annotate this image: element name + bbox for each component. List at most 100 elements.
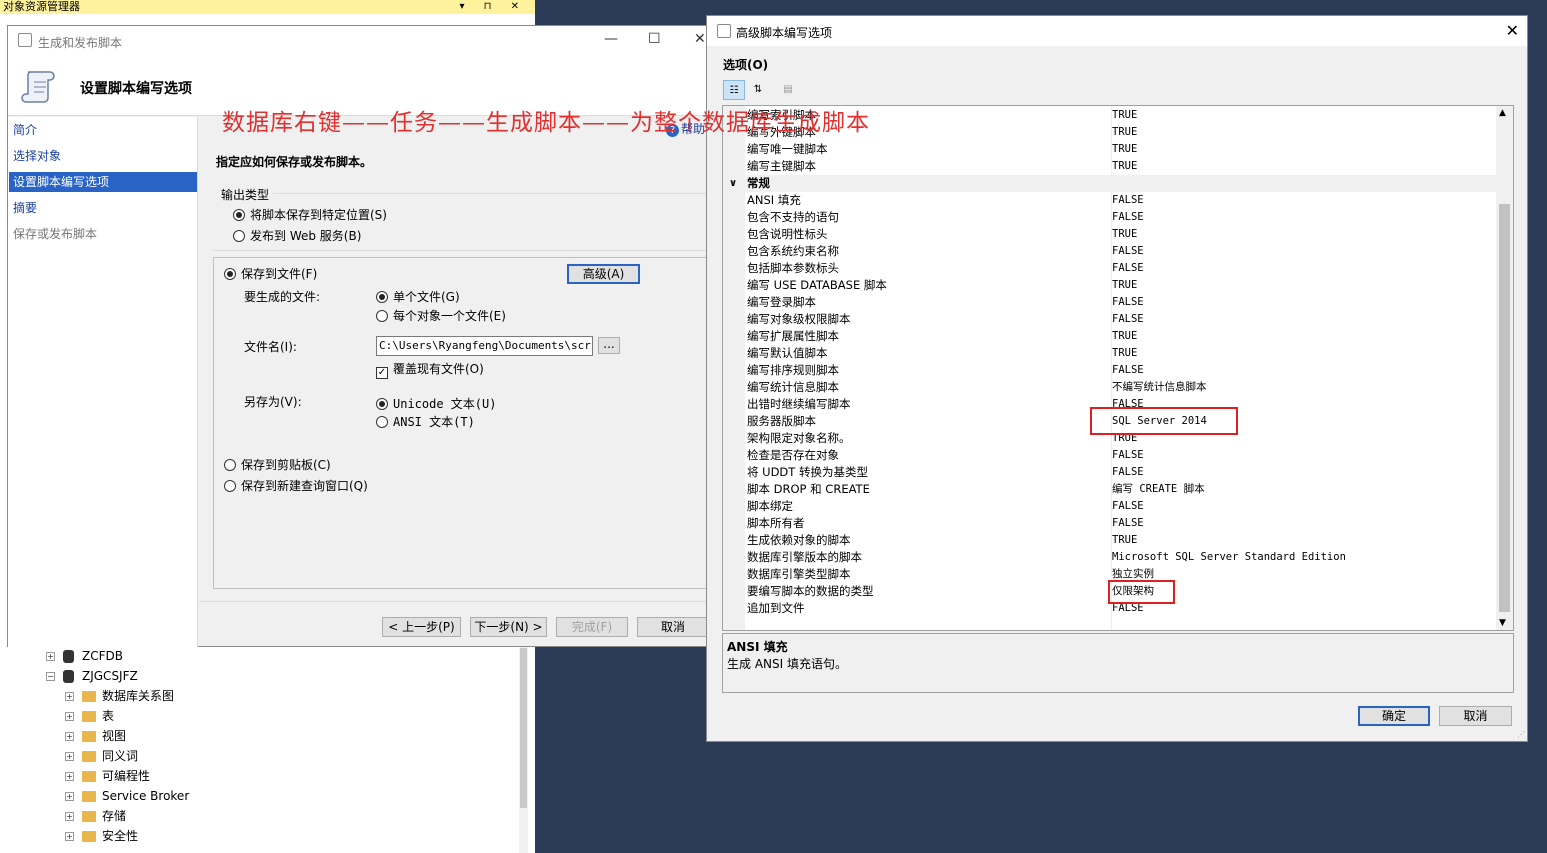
nav-item[interactable]: 保存或发布脚本 [9,224,197,244]
property-row[interactable]: 编写唯一键脚本 TRUE [745,141,1497,158]
property-row[interactable]: 脚本所有者 FALSE [745,515,1497,532]
property-value[interactable]: TRUE [1112,226,1137,243]
property-grid-scrollbar[interactable]: ▲ ▼ [1496,106,1513,630]
property-value[interactable]: TRUE [1112,277,1137,294]
property-value[interactable]: FALSE [1112,362,1144,379]
radio-selected[interactable] [233,209,245,221]
expand-toggle-icon[interactable]: + [65,692,74,701]
property-row[interactable]: 脚本 DROP 和 CREATE 编写 CREATE 脚本 [745,481,1497,498]
advanced-button[interactable]: 高级(A) [567,264,640,284]
property-row[interactable]: 编写主键脚本 TRUE [745,158,1497,175]
radio-unselected[interactable] [376,416,388,428]
tree-node[interactable]: + 存储 [65,806,126,826]
minimize-icon[interactable]: — [604,31,618,47]
property-value[interactable]: FALSE [1112,464,1144,481]
property-row[interactable]: 包括脚本参数标头 FALSE [745,260,1497,277]
radio-unselected[interactable] [233,230,245,242]
property-row[interactable]: 将 UDDT 转换为基类型 FALSE [745,464,1497,481]
ansi-radio[interactable]: ANSI 文本(T) [376,413,475,430]
resize-grip-icon[interactable]: ⋰ [1517,730,1525,739]
expand-toggle-icon[interactable]: + [65,832,74,841]
tree-node[interactable]: + 视图 [65,726,126,746]
property-value[interactable]: FALSE [1112,515,1144,532]
categorized-view-icon[interactable]: ☷ [723,80,745,100]
file-per-object-radio[interactable]: 每个对象一个文件(E) [376,307,506,324]
tree-node[interactable]: + 表 [65,706,114,726]
single-file-radio[interactable]: 单个文件(G) [376,288,460,305]
output-web-radio[interactable]: 发布到 Web 服务(B) [233,227,361,244]
property-value[interactable]: FALSE [1112,243,1144,260]
property-row[interactable]: 生成依赖对象的脚本 TRUE [745,532,1497,549]
property-value[interactable]: 编写 CREATE 脚本 [1112,481,1205,498]
checkbox-checked-icon[interactable]: ✓ [376,367,388,379]
finish-button[interactable]: 完成(F) [556,617,628,637]
expand-toggle-icon[interactable]: + [46,652,55,661]
property-row[interactable]: 包含系统约束名称 FALSE [745,243,1497,260]
save-to-new-query-radio[interactable]: 保存到新建查询窗口(Q) [224,477,368,494]
close-icon[interactable]: ✕ [694,31,706,47]
tree-node[interactable]: − ZJGCSJFZ [46,666,138,686]
expand-toggle-icon[interactable]: + [65,712,74,721]
property-value[interactable]: TRUE [1112,158,1137,175]
property-value[interactable]: TRUE [1112,107,1137,124]
property-value[interactable]: FALSE [1112,209,1144,226]
close-icon[interactable]: ✕ [1506,21,1519,40]
save-to-file-radio[interactable]: 保存到文件(F) [224,265,317,282]
radio-unselected[interactable] [224,459,236,471]
property-value[interactable]: TRUE [1112,532,1137,549]
tree-node[interactable]: + Service Broker [65,786,189,806]
property-row[interactable]: 数据库引擎版本的脚本 Microsoft SQL Server Standard … [745,549,1497,566]
tree-node[interactable]: + 同义词 [65,746,138,766]
maximize-icon[interactable]: ☐ [648,31,661,47]
property-value[interactable]: TRUE [1112,345,1137,362]
property-value[interactable]: TRUE [1112,141,1137,158]
property-value[interactable]: 不编写统计信息脚本 [1112,379,1207,396]
property-row[interactable]: ANSI 填充 FALSE [745,192,1497,209]
property-row[interactable]: 脚本绑定 FALSE [745,498,1497,515]
previous-button[interactable]: < 上一步(P) [382,617,461,637]
property-pages-icon[interactable]: ▤ [777,80,799,100]
filename-input[interactable]: C:\Users\Ryangfeng\Documents\script [376,336,593,356]
property-row[interactable]: 编写 USE DATABASE 脚本 TRUE [745,277,1497,294]
property-row[interactable]: 包含说明性标头 TRUE [745,226,1497,243]
expand-toggle-icon[interactable]: + [65,792,74,801]
nav-item[interactable]: 设置脚本编写选项 [9,172,197,192]
expand-toggle-icon[interactable]: + [65,752,74,761]
overwrite-checkbox[interactable]: ✓ 覆盖现有文件(O) [376,360,484,379]
expand-toggle-icon[interactable]: + [65,732,74,741]
property-row[interactable]: 编写默认值脚本 TRUE [745,345,1497,362]
nav-item[interactable]: 选择对象 [9,146,197,166]
property-value[interactable]: FALSE [1112,192,1144,209]
alphabetical-sort-icon[interactable]: ⇅ [747,80,769,100]
radio-unselected[interactable] [224,480,236,492]
radio-selected[interactable] [224,268,236,280]
property-row[interactable]: 编写排序规则脚本 FALSE [745,362,1497,379]
expand-toggle-icon[interactable]: + [65,812,74,821]
ok-button[interactable]: 确定 [1358,706,1430,726]
radio-unselected[interactable] [376,310,388,322]
cancel-button[interactable]: 取消 [1439,706,1512,726]
expand-toggle-icon[interactable]: − [46,672,55,681]
property-row[interactable]: 检查是否存在对象 FALSE [745,447,1497,464]
property-value[interactable]: TRUE [1112,124,1137,141]
property-value[interactable]: FALSE [1112,498,1144,515]
tree-node[interactable]: + 可编程性 [65,766,150,786]
next-button[interactable]: 下一步(N) > [470,617,547,637]
nav-item[interactable]: 摘要 [9,198,197,218]
unicode-radio[interactable]: Unicode 文本(U) [376,395,496,412]
property-row[interactable]: 编写扩展属性脚本 TRUE [745,328,1497,345]
tree-node[interactable]: + 安全性 [65,826,138,846]
property-row[interactable]: 编写统计信息脚本 不编写统计信息脚本 [745,379,1497,396]
property-category[interactable]: ∨ 常规 [723,175,1497,192]
property-row[interactable]: 编写登录脚本 FALSE [745,294,1497,311]
cancel-button[interactable]: 取消 [637,617,709,637]
collapse-chevron-icon[interactable]: ∨ [729,175,737,192]
scrollbar-thumb[interactable] [520,648,527,808]
property-value[interactable]: FALSE [1112,311,1144,328]
scroll-up-icon[interactable]: ▲ [1499,108,1506,118]
property-value[interactable]: Microsoft SQL Server Standard Edition [1112,549,1346,566]
radio-selected[interactable] [376,291,388,303]
object-explorer-scrollbar[interactable] [519,646,528,853]
tree-node[interactable]: + 数据库关系图 [65,686,174,706]
scroll-down-icon[interactable]: ▼ [1499,618,1506,628]
